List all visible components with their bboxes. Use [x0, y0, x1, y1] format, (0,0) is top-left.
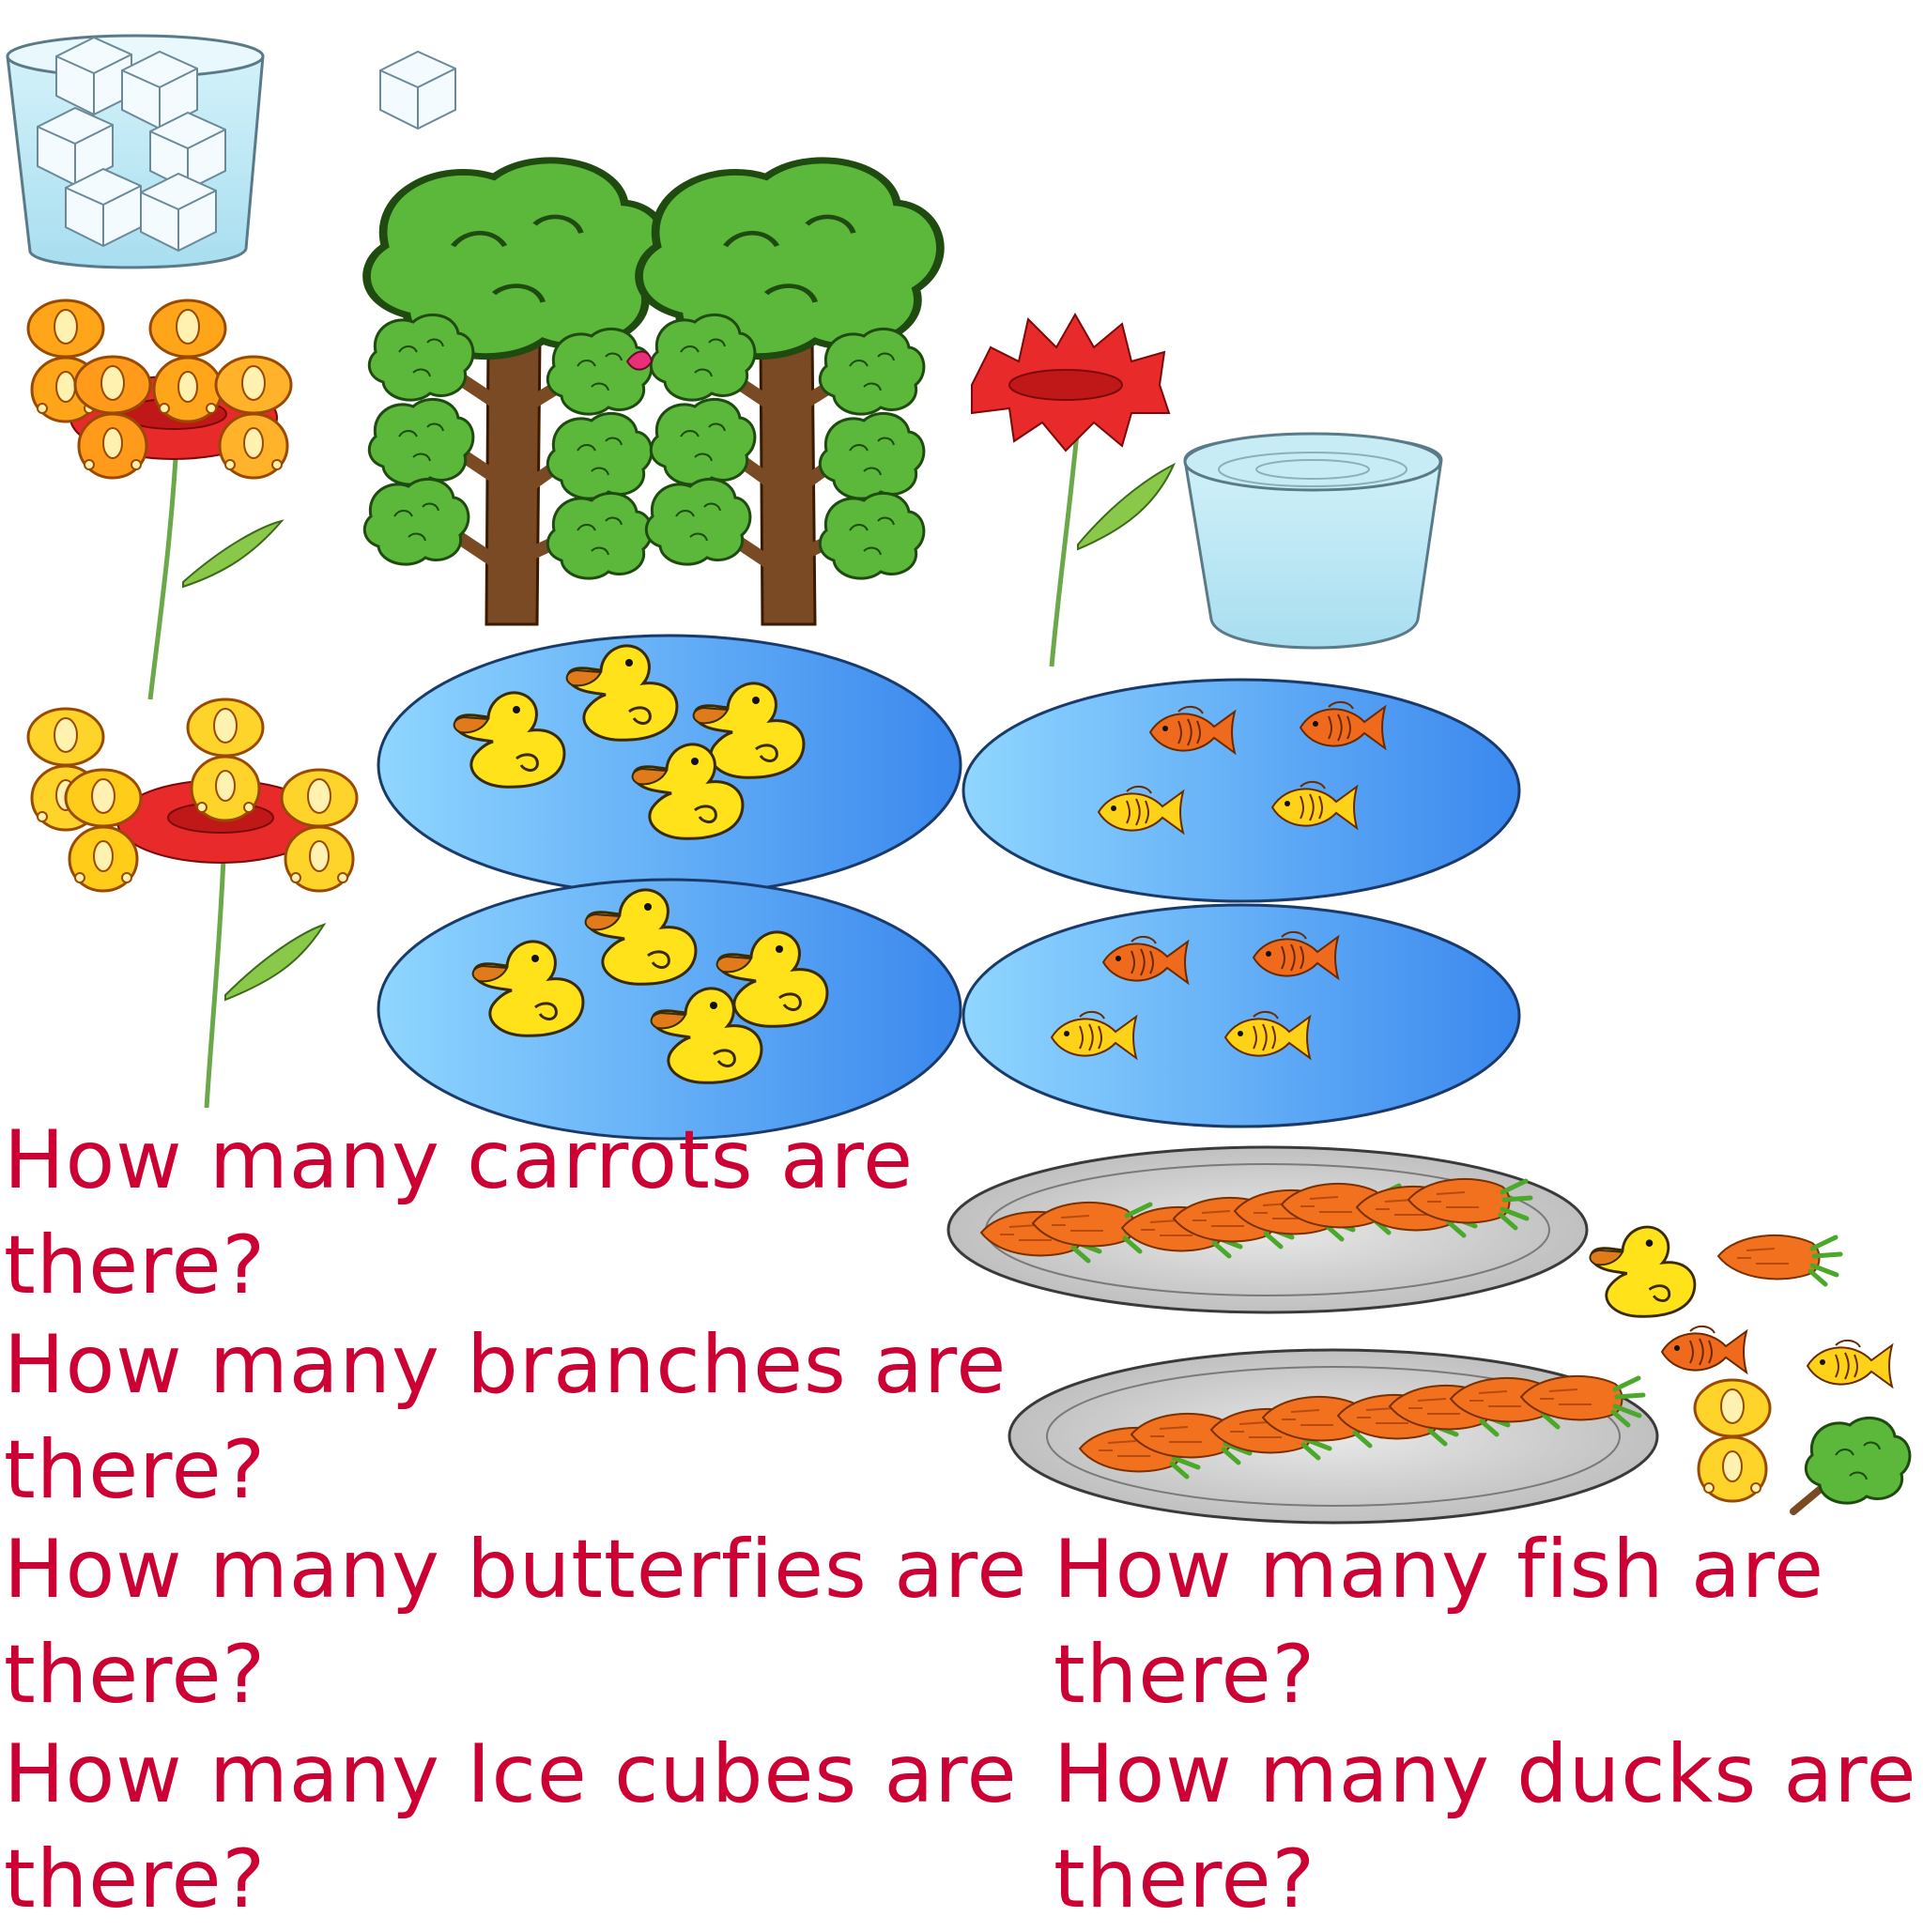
carrot-icon — [1718, 1235, 1840, 1284]
question-fish: How many fish are there? — [1054, 1517, 1824, 1727]
red-flower — [971, 312, 1177, 667]
fish-pond-2 — [962, 903, 1521, 1128]
question-ducks-line1: How many ducks are — [1054, 1727, 1917, 1821]
flower-head — [971, 312, 1171, 452]
question-butterflies: How many butterfies are there? — [4, 1517, 1027, 1727]
orange-fish-icon — [1661, 1325, 1747, 1373]
carrot-plate-2 — [1008, 1348, 1659, 1525]
ice-cube-icon — [379, 51, 456, 130]
water-glass-icon — [1183, 432, 1443, 650]
fish-pond-1 — [962, 678, 1521, 903]
flower-with-butterflies-2 — [26, 698, 359, 1109]
question-carrots-line1: How many carrots are — [4, 1113, 915, 1207]
carrot-plate-1 — [946, 1145, 1589, 1314]
question-carrots: How many carrots are there? — [4, 1108, 914, 1318]
legend-icons — [1588, 1225, 1912, 1515]
yellow-fish-icon — [1807, 1339, 1893, 1388]
question-carrots-line2: there? — [4, 1219, 267, 1312]
question-fish-line2: there? — [1054, 1628, 1316, 1722]
question-fish-line1: How many fish are — [1054, 1523, 1825, 1617]
worksheet: How many carrots are there? How many bra… — [0, 0, 1923, 1926]
tree-1 — [364, 161, 668, 626]
question-branches-line1: How many branches are — [4, 1318, 1008, 1412]
question-branches: How many branches are there? — [4, 1312, 1007, 1523]
branch-icon — [1790, 1416, 1912, 1515]
question-butterflies-line2: there? — [4, 1628, 267, 1722]
duck-pond-2 — [377, 878, 962, 1141]
question-branches-line2: there? — [4, 1423, 267, 1517]
question-ice-cubes: How many Ice cubes are there? — [4, 1722, 1018, 1932]
ice-glass-icon — [6, 34, 265, 269]
duck-pond-1 — [377, 634, 962, 897]
question-butterflies-line1: How many butterfies are — [4, 1523, 1028, 1617]
duck-icon — [1588, 1225, 1697, 1318]
butterfly-icon — [1693, 1378, 1772, 1503]
question-ice-cubes-line2: there? — [4, 1832, 267, 1926]
flower-with-butterflies-1 — [26, 299, 293, 700]
question-ice-cubes-line1: How many Ice cubes are — [4, 1727, 1018, 1821]
question-ducks-line2: there? — [1054, 1832, 1316, 1926]
question-ducks: How many ducks are there? — [1054, 1722, 1917, 1932]
tree-2 — [639, 161, 941, 626]
